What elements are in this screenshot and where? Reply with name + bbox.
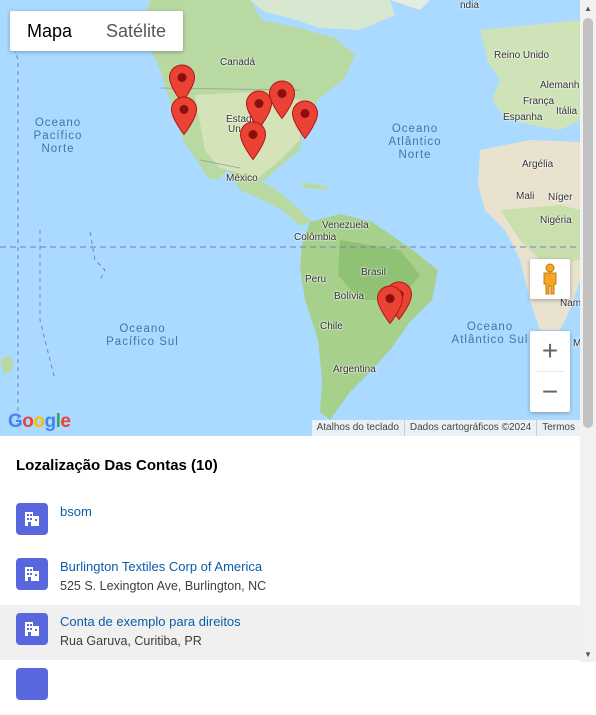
label-franca: França xyxy=(523,96,555,107)
list-title: Lozalização Das Contas (10) xyxy=(16,457,218,474)
map-type-control: Mapa Satélite xyxy=(10,11,184,51)
label-niger: Níger xyxy=(548,192,573,203)
zoom-in-button[interactable]: + xyxy=(530,331,570,371)
label-espanha: Espanha xyxy=(503,112,543,123)
label-canada: Canadá xyxy=(220,57,256,68)
zoom-control: + − xyxy=(530,331,570,412)
map-base-layer xyxy=(0,0,580,430)
label-madagascar: M xyxy=(573,338,580,349)
label-brasil: Brasil xyxy=(361,267,387,278)
label-alemanha: Alemanha xyxy=(540,80,580,91)
scrollbar-thumb[interactable] xyxy=(583,18,593,428)
keyboard-shortcuts-link[interactable]: Atalhos do teclado xyxy=(312,420,404,436)
zoom-out-button[interactable]: − xyxy=(530,372,570,412)
list-item[interactable]: Burlington Textiles Corp of America 525 … xyxy=(0,550,580,605)
account-name-link[interactable]: Burlington Textiles Corp of America xyxy=(60,558,266,576)
list-item-partial[interactable] xyxy=(0,660,580,715)
map-type-satellite-button[interactable]: Satélite xyxy=(89,11,183,51)
map-marker[interactable] xyxy=(376,285,404,325)
street-view-pegman-button[interactable] xyxy=(530,259,570,299)
map-attribution: Atalhos do teclado Dados cartográficos ©… xyxy=(311,420,580,436)
vertical-scrollbar[interactable]: ▲ ▼ xyxy=(580,0,596,662)
account-name-link[interactable]: Conta de exemplo para direitos xyxy=(60,613,241,631)
scroll-down-arrow-icon[interactable]: ▼ xyxy=(580,646,596,662)
label-chile: Chile xyxy=(320,321,343,332)
account-name-link[interactable]: bsom xyxy=(60,503,92,521)
ocean-pacifico-sul: Oceano Pacífico Sul xyxy=(106,323,179,348)
label-reino-unido: Reino Unido xyxy=(494,50,550,61)
account-location-list: Lozalização Das Contas (10) bsom Burling… xyxy=(0,436,580,715)
map-marker[interactable] xyxy=(291,100,319,140)
account-address: 525 S. Lexington Ave, Burlington, NC xyxy=(60,579,267,593)
building-icon xyxy=(16,668,48,700)
scroll-up-arrow-icon[interactable]: ▲ xyxy=(580,0,596,16)
list-item[interactable]: Conta de exemplo para direitos Rua Garuv… xyxy=(0,605,580,660)
label-argentina: Argentina xyxy=(333,364,376,375)
label-mexico: México xyxy=(226,173,258,184)
list-item[interactable]: bsom xyxy=(0,495,580,550)
building-icon xyxy=(16,613,48,645)
label-namibia: Nami xyxy=(560,298,580,309)
building-icon xyxy=(16,503,48,535)
map-data-text: Dados cartográficos ©2024 xyxy=(403,420,536,436)
terms-link[interactable]: Termos xyxy=(536,420,580,436)
label-mali: Mali xyxy=(516,191,535,202)
map-canvas[interactable]: Mapa Satélite Canadá Estados Un México V… xyxy=(0,0,580,436)
pegman-icon xyxy=(543,263,557,295)
ocean-pacifico-norte: Oceano Pacífico Norte xyxy=(33,117,83,155)
map-type-map-button[interactable]: Mapa xyxy=(10,11,89,51)
building-icon xyxy=(16,558,48,590)
label-venezuela: Venezuela xyxy=(322,220,369,231)
label-italia: Itália xyxy=(556,106,578,117)
label-bolivia: Bolívia xyxy=(334,291,365,302)
ocean-atlantico-norte: Oceano Atlântico Norte xyxy=(388,123,442,161)
ocean-atlantico-sul: Oceano Atlântico Sul xyxy=(451,321,529,346)
label-colombia: Colômbia xyxy=(294,232,337,243)
account-address: Rua Garuva, Curitiba, PR xyxy=(60,634,202,648)
map-marker[interactable] xyxy=(170,96,198,136)
label-peru: Peru xyxy=(305,274,327,285)
label-top-right: ndia xyxy=(460,0,479,11)
map-marker[interactable] xyxy=(239,121,267,161)
label-nigeria: Nigéria xyxy=(540,215,572,226)
label-argelia: Argélia xyxy=(522,159,554,170)
google-logo: Google xyxy=(8,411,71,432)
